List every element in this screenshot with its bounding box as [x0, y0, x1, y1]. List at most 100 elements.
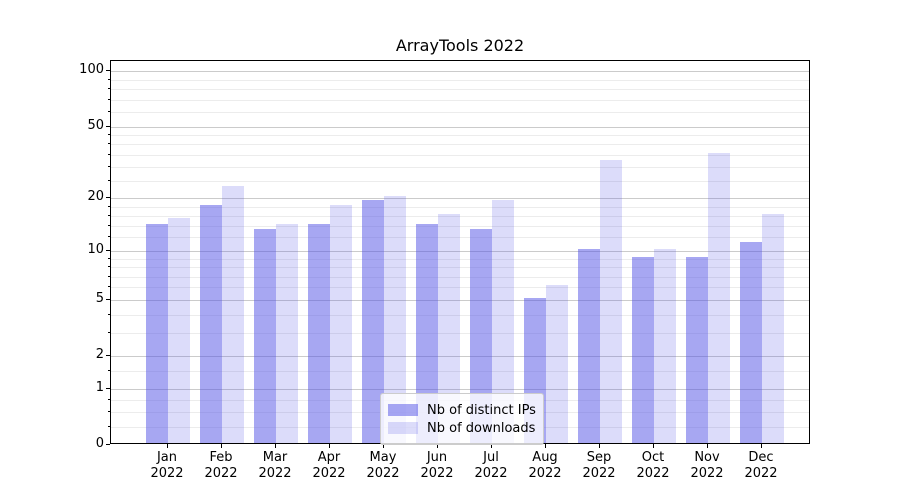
bar-ips-dec — [740, 242, 762, 443]
minor-gridline — [111, 144, 809, 145]
major-gridline — [111, 198, 809, 199]
x-tick-label-dec: Dec2022 — [734, 450, 788, 482]
minor-gridline — [111, 80, 809, 81]
legend-label: Nb of distinct IPs — [427, 403, 536, 418]
x-tick-mark — [599, 444, 600, 448]
y-minor-tick-mark — [108, 314, 110, 315]
bar-chart-figure: ArrayTools 2022 Nb of distinct IPsNb of … — [0, 0, 900, 500]
x-tick-year: 2022 — [194, 466, 248, 482]
x-tick-year: 2022 — [248, 466, 302, 482]
x-tick-year: 2022 — [410, 466, 464, 482]
y-minor-tick-mark — [108, 79, 110, 80]
y-minor-tick-mark — [108, 215, 110, 216]
bar-ips-nov — [686, 257, 708, 444]
y-tick-label: 20 — [0, 189, 104, 205]
x-tick-year: 2022 — [356, 466, 410, 482]
x-tick-month: Sep — [572, 450, 626, 466]
x-tick-label-apr: Apr2022 — [302, 450, 356, 482]
y-tick-mark — [106, 126, 110, 127]
bar-ips-mar — [254, 229, 276, 443]
legend-swatch — [388, 422, 418, 434]
y-minor-tick-mark — [108, 426, 110, 427]
bar-downloads-sep — [600, 160, 622, 443]
x-tick-year: 2022 — [464, 466, 518, 482]
y-tick-mark — [106, 70, 110, 71]
y-minor-tick-mark — [108, 206, 110, 207]
x-tick-mark — [167, 444, 168, 448]
y-minor-tick-mark — [108, 266, 110, 267]
minor-gridline — [111, 100, 809, 101]
y-tick-label: 100 — [0, 62, 104, 78]
x-tick-month: Aug — [518, 450, 572, 466]
x-tick-mark — [275, 444, 276, 448]
y-tick-mark — [106, 355, 110, 356]
x-tick-mark — [761, 444, 762, 448]
x-tick-month: Jul — [464, 450, 518, 466]
bar-ips-feb — [200, 205, 222, 444]
x-tick-month: Feb — [194, 450, 248, 466]
y-minor-tick-mark — [108, 166, 110, 167]
chart-title: ArrayTools 2022 — [110, 36, 810, 55]
x-tick-label-feb: Feb2022 — [194, 450, 248, 482]
minor-gridline — [111, 167, 809, 168]
x-tick-mark — [545, 444, 546, 448]
minor-gridline — [111, 112, 809, 113]
y-tick-mark — [106, 197, 110, 198]
y-minor-tick-mark — [108, 225, 110, 226]
x-tick-year: 2022 — [302, 466, 356, 482]
x-tick-year: 2022 — [518, 466, 572, 482]
minor-gridline — [111, 89, 809, 90]
y-minor-tick-mark — [108, 99, 110, 100]
bar-downloads-mar — [276, 224, 298, 443]
major-gridline — [111, 71, 809, 72]
bar-downloads-dec — [762, 214, 784, 444]
y-minor-tick-mark — [108, 134, 110, 135]
y-minor-tick-mark — [108, 332, 110, 333]
x-tick-month: Dec — [734, 450, 788, 466]
plot-area: Nb of distinct IPs Nb of downloads — [110, 60, 810, 444]
y-minor-tick-mark — [108, 180, 110, 181]
y-minor-tick-mark — [108, 236, 110, 237]
major-gridline — [111, 127, 809, 128]
x-tick-month: Jun — [410, 450, 464, 466]
y-tick-label: 0 — [0, 436, 104, 452]
y-tick-mark — [106, 388, 110, 389]
x-tick-month: Apr — [302, 450, 356, 466]
y-minor-tick-mark — [108, 143, 110, 144]
x-tick-mark — [221, 444, 222, 448]
x-tick-label-jul: Jul2022 — [464, 450, 518, 482]
bar-downloads-jan — [168, 218, 190, 443]
x-tick-label-oct: Oct2022 — [626, 450, 680, 482]
legend-item: Nb of downloads — [388, 420, 537, 436]
x-tick-month: Mar — [248, 450, 302, 466]
y-tick-mark — [106, 250, 110, 251]
x-tick-year: 2022 — [626, 466, 680, 482]
x-tick-label-sep: Sep2022 — [572, 450, 626, 482]
x-tick-month: Oct — [626, 450, 680, 466]
x-tick-mark — [329, 444, 330, 448]
y-minor-tick-mark — [108, 276, 110, 277]
x-tick-year: 2022 — [572, 466, 626, 482]
x-tick-mark — [707, 444, 708, 448]
y-tick-mark — [106, 299, 110, 300]
bar-ips-oct — [632, 257, 654, 444]
minor-gridline — [111, 181, 809, 182]
bar-downloads-nov — [708, 153, 730, 443]
y-tick-label: 1 — [0, 380, 104, 396]
x-tick-label-may: May2022 — [356, 450, 410, 482]
y-tick-mark — [106, 444, 110, 445]
x-tick-mark — [653, 444, 654, 448]
legend: Nb of distinct IPs Nb of downloads — [380, 393, 544, 445]
bar-downloads-apr — [330, 205, 352, 444]
y-tick-label: 5 — [0, 291, 104, 307]
x-tick-year: 2022 — [680, 466, 734, 482]
y-minor-tick-mark — [108, 370, 110, 371]
bar-ips-apr — [308, 224, 330, 443]
x-tick-year: 2022 — [734, 466, 788, 482]
x-tick-label-jun: Jun2022 — [410, 450, 464, 482]
bar-downloads-feb — [222, 186, 244, 443]
bar-downloads-oct — [654, 249, 676, 443]
y-minor-tick-mark — [108, 286, 110, 287]
x-tick-month: Jan — [140, 450, 194, 466]
y-minor-tick-mark — [108, 258, 110, 259]
